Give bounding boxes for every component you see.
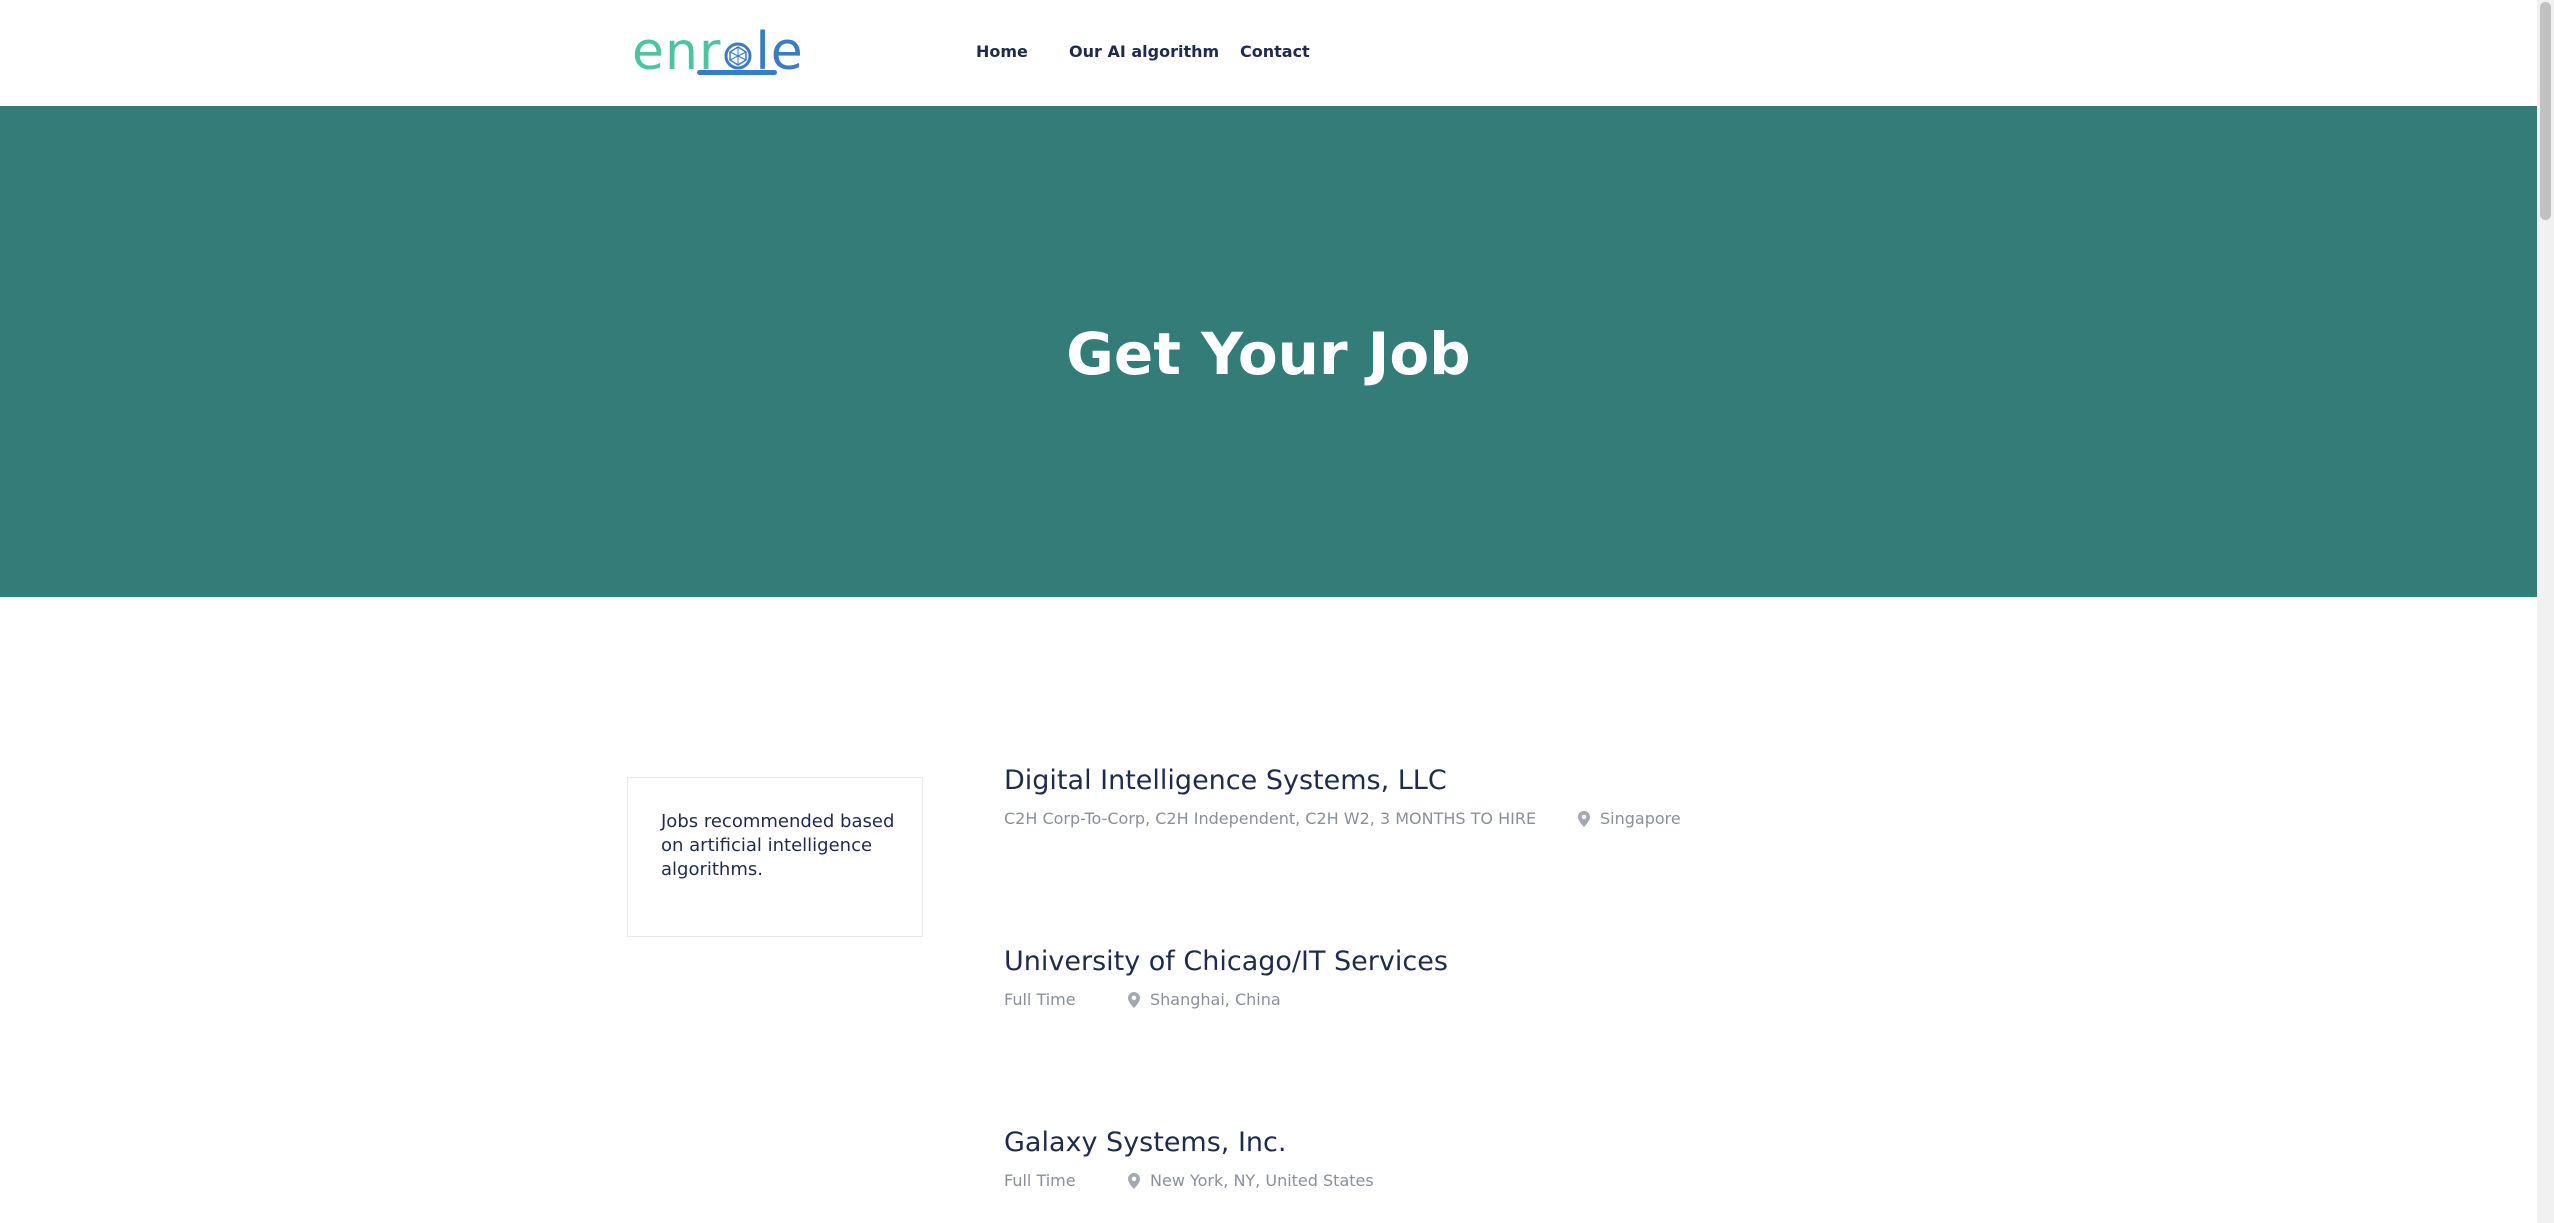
page-scrollbar[interactable]: [2537, 0, 2554, 1223]
logo-o-icon: [724, 42, 752, 70]
job-location-text: Singapore: [1600, 809, 1681, 828]
job-meta: Full Time New York, NY, United States: [1004, 1169, 1904, 1193]
nav-home[interactable]: Home: [976, 40, 1028, 64]
scrollbar-thumb[interactable]: [2540, 2, 2551, 220]
map-pin-icon: [1128, 1173, 1140, 1189]
job-type: Full Time: [1004, 1171, 1076, 1190]
nav-contact[interactable]: Contact: [1240, 40, 1310, 64]
job-location: New York, NY, United States: [1128, 1169, 1374, 1193]
job-listing[interactable]: Digital Intelligence Systems, LLC C2H Co…: [1004, 763, 1904, 831]
job-listing[interactable]: Galaxy Systems, Inc. Full Time New York,…: [1004, 1125, 1904, 1193]
job-type: C2H Corp-To-Corp, C2H Independent, C2H W…: [1004, 809, 1537, 828]
map-pin-icon: [1578, 811, 1590, 827]
site-header: enr le Home Our AI algorithm Contact: [0, 0, 2537, 106]
job-company[interactable]: University of Chicago/IT Services: [1004, 944, 1904, 980]
job-company[interactable]: Digital Intelligence Systems, LLC: [1004, 763, 1904, 799]
nav-ai-algorithm[interactable]: Our AI algorithm: [1069, 40, 1219, 64]
job-meta: Full Time Shanghai, China: [1004, 988, 1904, 1012]
recommendation-info-card: Jobs recommended based on artificial int…: [627, 777, 923, 937]
hero-banner: Get Your Job: [0, 106, 2537, 597]
logo-underline: [697, 70, 777, 75]
job-location: Singapore: [1578, 807, 1681, 831]
job-location-text: Shanghai, China: [1150, 990, 1281, 1009]
job-location: Shanghai, China: [1128, 988, 1281, 1012]
map-pin-icon: [1128, 992, 1140, 1008]
job-listing[interactable]: University of Chicago/IT Services Full T…: [1004, 944, 1904, 1012]
enrole-logo[interactable]: enr le: [632, 22, 803, 82]
job-type: Full Time: [1004, 990, 1076, 1009]
job-meta: C2H Corp-To-Corp, C2H Independent, C2H W…: [1004, 807, 1904, 831]
job-company[interactable]: Galaxy Systems, Inc.: [1004, 1125, 1904, 1161]
recommendation-info-text: Jobs recommended based on artificial int…: [661, 811, 895, 880]
hero-title: Get Your Job: [1066, 320, 1471, 388]
job-location-text: New York, NY, United States: [1150, 1171, 1374, 1190]
